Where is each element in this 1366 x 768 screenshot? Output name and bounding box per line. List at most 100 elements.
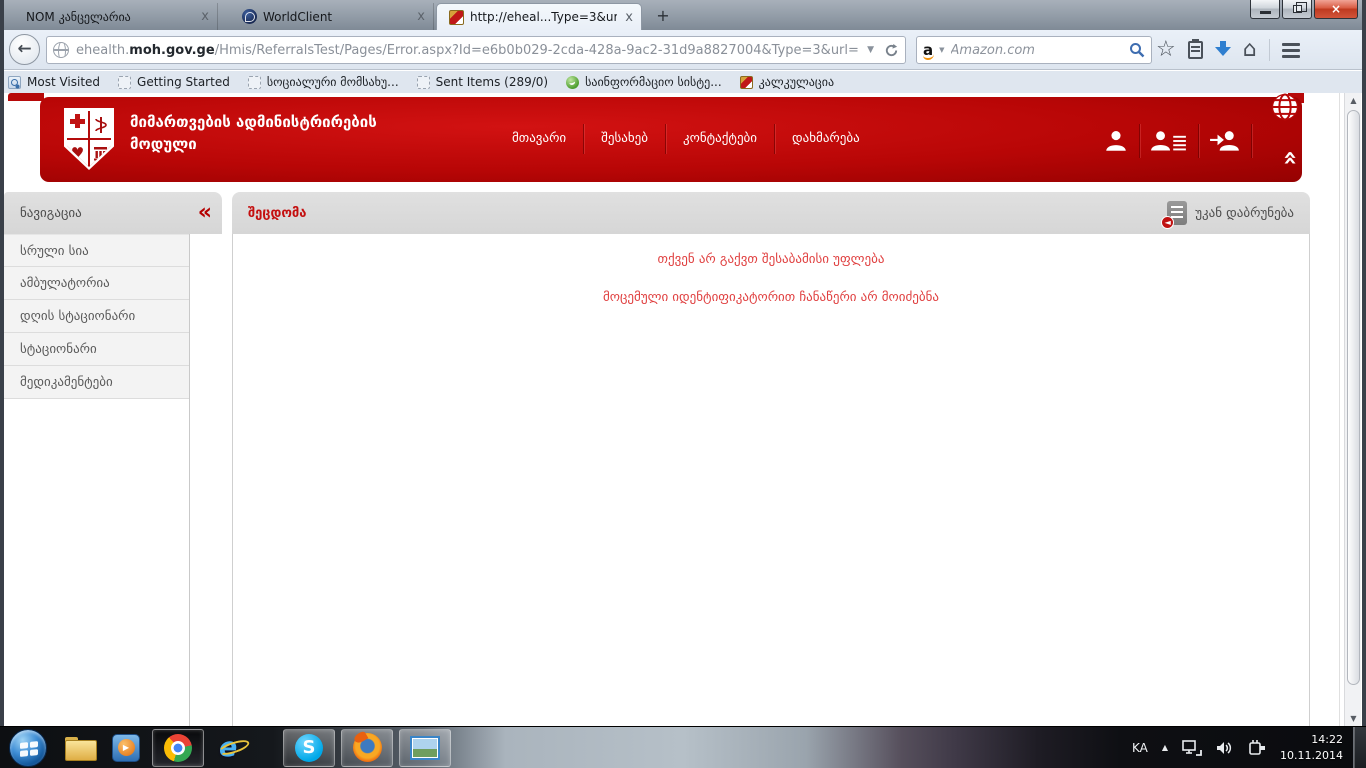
sidebar-header: ნავიგაცია « xyxy=(4,192,222,234)
most-visited-icon xyxy=(8,76,21,89)
tray-expand-icon[interactable]: ▲ xyxy=(1162,743,1168,752)
sidebar-item-day-hospital[interactable]: დღის სტაციონარი xyxy=(4,300,189,333)
scrollbar-up-icon[interactable]: ▲ xyxy=(1345,93,1362,108)
taskbar-firefox-button[interactable] xyxy=(341,729,393,767)
nav-item-home[interactable]: მთავარი xyxy=(495,124,583,154)
close-button[interactable]: × xyxy=(1314,0,1358,19)
calculation-emblem-icon xyxy=(740,76,753,89)
power-plug-icon[interactable] xyxy=(1248,739,1266,757)
tab-close-icon[interactable]: x xyxy=(417,9,425,24)
back-document-icon: ◄ xyxy=(1167,201,1187,225)
system-tray: KA ▲ 14:22 10.11.2014 xyxy=(1132,732,1349,764)
window-border-right xyxy=(1362,0,1366,726)
media-player-icon: ▶ xyxy=(112,734,140,762)
back-link-label: უკან დაბრუნება xyxy=(1195,206,1294,221)
browser-scrollbar[interactable]: ▲ ▼ xyxy=(1344,93,1361,726)
tab-close-icon[interactable]: x xyxy=(201,9,209,24)
back-arrow-badge-icon: ◄ xyxy=(1161,216,1174,229)
caduceus-icon xyxy=(94,116,108,134)
bookmark-sent-items[interactable]: Sent Items (289/0) xyxy=(417,75,548,89)
sidebar-item-full-list[interactable]: სრული სია xyxy=(4,234,189,267)
firefox-icon xyxy=(353,733,382,762)
worldclient-favicon-icon xyxy=(242,9,257,24)
skype-icon: S xyxy=(295,734,323,762)
restore-button[interactable] xyxy=(1282,0,1312,19)
user-list-icon[interactable] xyxy=(1150,128,1188,154)
red-cross-icon xyxy=(67,111,88,138)
nav-item-help[interactable]: დახმარება xyxy=(775,124,877,154)
nav-item-contacts[interactable]: კონტაქტები xyxy=(666,124,774,154)
sidebar-collapse-button[interactable]: « xyxy=(198,202,210,224)
folder-icon xyxy=(65,737,95,759)
new-tab-button[interactable]: + xyxy=(650,6,676,28)
menu-hamburger-icon[interactable] xyxy=(1282,43,1300,58)
tab-worldclient[interactable]: WorldClient x xyxy=(230,3,434,30)
bookmark-label: Getting Started xyxy=(137,75,230,89)
sidebar-item-medicines[interactable]: მედიკამენტები xyxy=(4,366,189,399)
tab-nom-kancelaria[interactable]: NOM კანცელარია x xyxy=(14,3,218,30)
bookmark-placeholder-icon xyxy=(118,76,131,89)
network-icon[interactable] xyxy=(1182,739,1202,757)
taskbar-image-viewer-button[interactable] xyxy=(399,729,451,767)
tray-date: 10.11.2014 xyxy=(1280,748,1343,764)
logout-user-icon[interactable] xyxy=(1209,128,1241,154)
url-bar[interactable]: ehealth.moh.gov.ge/Hmis/ReferralsTest/Pa… xyxy=(46,36,906,64)
sidebar-item-ambulatory[interactable]: ამბულატორია xyxy=(4,267,189,300)
scrollbar-down-icon[interactable]: ▼ xyxy=(1345,711,1362,726)
bookmark-star-icon[interactable]: ☆ xyxy=(1156,39,1176,61)
bookmark-most-visited[interactable]: Most Visited xyxy=(8,75,100,89)
bookmarks-menu-icon[interactable] xyxy=(1188,41,1203,59)
header-user-actions xyxy=(1103,119,1262,163)
amazon-search-engine-icon[interactable]: a xyxy=(923,43,933,58)
bookmark-getting-started[interactable]: Getting Started xyxy=(118,75,230,89)
ministry-logo[interactable]: ♥ xyxy=(64,108,114,170)
search-magnifier-icon[interactable] xyxy=(1129,42,1145,58)
url-dropdown-icon[interactable]: ▼ xyxy=(867,45,874,55)
minimize-button[interactable] xyxy=(1250,0,1280,19)
search-engine-dropdown-icon[interactable]: ▼ xyxy=(939,46,944,54)
ehealth-favicon-icon xyxy=(449,10,464,25)
web-page: ♥ მიმართვების ადმინისტრირების მოდული xyxy=(4,93,1344,726)
content-body: თქვენ არ გაქვთ შესაბამისი უფლება მოცემულ… xyxy=(232,234,1310,726)
search-bar[interactable]: a ▼ xyxy=(916,36,1152,64)
back-button[interactable]: ← xyxy=(9,34,40,65)
home-icon[interactable]: ⌂ xyxy=(1243,39,1257,61)
sidebar-item-stationary[interactable]: სტაციონარი xyxy=(4,333,189,366)
search-input[interactable] xyxy=(951,43,1129,58)
clock[interactable]: 14:22 10.11.2014 xyxy=(1280,732,1343,764)
toolbar-divider xyxy=(1269,39,1270,61)
start-button[interactable] xyxy=(9,729,47,767)
volume-icon[interactable] xyxy=(1216,740,1234,756)
header-collapse-up-icon[interactable]: « xyxy=(1279,150,1303,164)
column-icon xyxy=(93,146,108,161)
site-identity-globe-icon[interactable] xyxy=(53,42,69,58)
taskbar-explorer-button[interactable] xyxy=(57,728,103,768)
bookmark-info-system[interactable]: საინფორმაციო სისტე... xyxy=(566,75,722,89)
scrollbar-thumb[interactable] xyxy=(1347,110,1360,685)
nav-item-about[interactable]: შესახებ xyxy=(584,124,665,154)
tab-title: http://eheal...Type=3&url= xyxy=(470,10,617,24)
back-link[interactable]: ◄ უკან დაბრუნება xyxy=(1167,201,1294,225)
windows-flag-icon xyxy=(20,741,38,757)
show-desktop-button[interactable] xyxy=(1353,727,1366,768)
header-icon-separator xyxy=(1251,124,1252,158)
language-globe-icon[interactable] xyxy=(1270,93,1300,122)
minimize-icon xyxy=(1260,11,1271,14)
bookmark-social-service[interactable]: სოციალური მომსახუ... xyxy=(248,75,399,89)
language-indicator[interactable]: KA xyxy=(1132,741,1148,755)
reload-icon[interactable] xyxy=(884,43,899,58)
bookmark-label: სოციალური მომსახუ... xyxy=(267,75,399,89)
user-profile-icon[interactable] xyxy=(1103,128,1129,154)
tab-ehealth-active[interactable]: http://eheal...Type=3&url= x xyxy=(436,3,642,30)
header-red-bleed-left xyxy=(8,93,44,101)
taskbar-chrome-button[interactable] xyxy=(152,729,204,767)
tab-title: WorldClient xyxy=(263,10,409,24)
tab-close-icon[interactable]: x xyxy=(625,10,633,25)
bookmark-calculation[interactable]: კალკულაცია xyxy=(740,75,834,89)
bookmark-placeholder-icon xyxy=(417,76,430,89)
downloads-icon[interactable] xyxy=(1215,41,1231,59)
taskbar-media-player-button[interactable]: ▶ xyxy=(103,728,149,768)
taskbar-skype-button[interactable]: S xyxy=(283,729,335,767)
error-message-not-found: მოცემული იდენტიფიკატორით ჩანაწერი არ მოი… xyxy=(233,290,1309,305)
taskbar-ie-button[interactable]: e xyxy=(207,728,261,768)
